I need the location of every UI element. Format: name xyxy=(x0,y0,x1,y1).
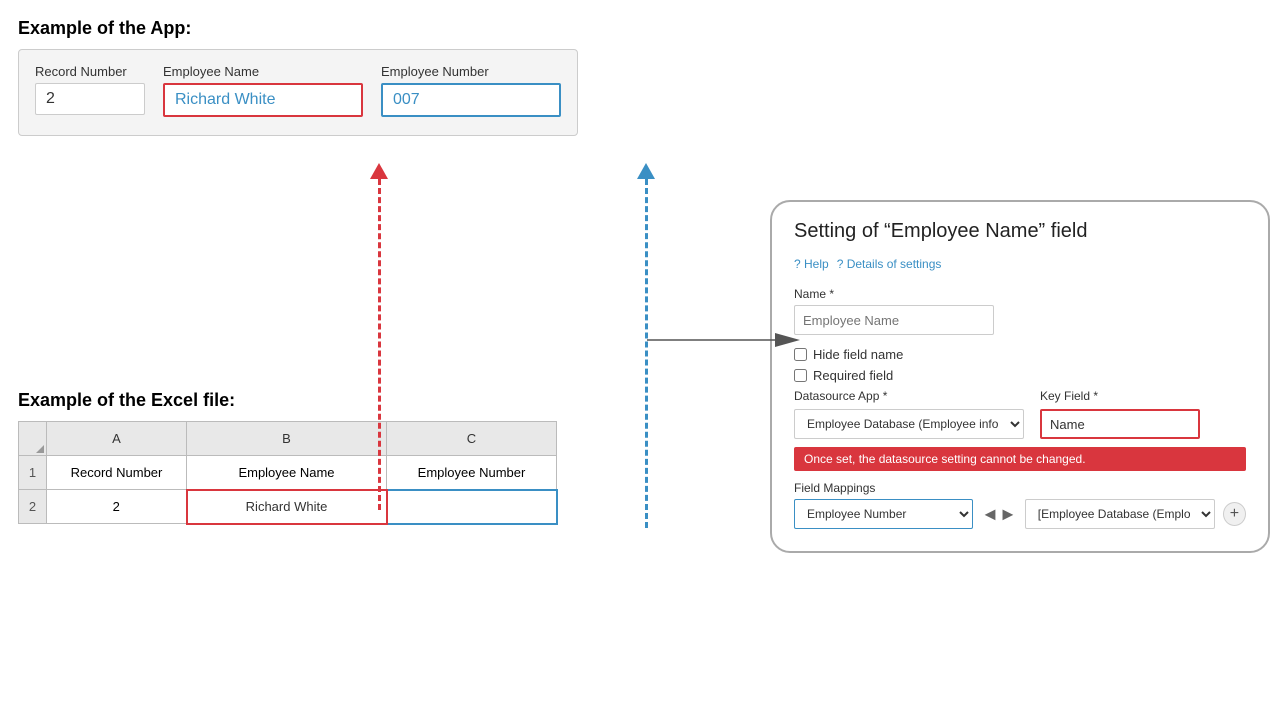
employee-name-input[interactable] xyxy=(163,83,363,117)
name-field-label: Name * xyxy=(794,287,1246,301)
row-2-col-b: Richard White xyxy=(187,490,387,524)
mapping-add-button[interactable]: + xyxy=(1223,502,1246,526)
required-field-label: Required field xyxy=(813,368,893,383)
datasource-key-row: Datasource App * Employee Database (Empl… xyxy=(794,389,1246,439)
details-link[interactable]: ? Details of settings xyxy=(837,257,942,271)
key-field-label: Key Field * xyxy=(1040,389,1200,403)
mapping-arrow-icon: ◄► xyxy=(981,504,1017,525)
row-2-col-a: 2 xyxy=(47,490,187,524)
excel-row-1: 1 Record Number Employee Name Employee N… xyxy=(19,456,557,490)
field-mappings-label: Field Mappings xyxy=(794,481,1246,495)
field-mappings-row: Employee Number ◄► [Employee Database (E… xyxy=(794,499,1246,529)
col-b-header: B xyxy=(187,422,387,456)
key-field-col: Key Field * xyxy=(1040,389,1200,439)
name-input[interactable] xyxy=(794,305,994,335)
employee-name-field: Employee Name xyxy=(163,64,363,117)
datasource-select[interactable]: Employee Database (Employee information) xyxy=(794,409,1024,439)
blue-dashed-arrow xyxy=(645,170,648,528)
key-field-input[interactable] xyxy=(1040,409,1200,439)
record-number-label: Record Number xyxy=(35,64,145,79)
employee-number-label: Employee Number xyxy=(381,64,561,79)
record-number-field: Record Number xyxy=(35,64,145,115)
datasource-col: Datasource App * Employee Database (Empl… xyxy=(794,389,1024,439)
row-2-header: 2 xyxy=(19,490,47,524)
row-1-col-c: Employee Number xyxy=(387,456,557,490)
excel-example-title: Example of the Excel file: xyxy=(18,390,558,411)
row-1-col-b: Employee Name xyxy=(187,456,387,490)
error-banner: Once set, the datasource setting cannot … xyxy=(794,447,1246,471)
col-c-header: C xyxy=(387,422,557,456)
blue-arrow-head xyxy=(637,163,655,179)
datasource-label: Datasource App * xyxy=(794,389,1024,403)
employee-number-field: Employee Number xyxy=(381,64,561,117)
app-example-section: Example of the App: Record Number Employ… xyxy=(18,18,578,136)
app-form: Record Number Employee Name Employee Num… xyxy=(18,49,578,136)
required-field-checkbox[interactable] xyxy=(794,369,807,382)
excel-example-section: Example of the Excel file: A B C 1 Recor… xyxy=(18,390,558,525)
row-2-col-c xyxy=(387,490,557,524)
employee-number-input[interactable] xyxy=(381,83,561,117)
hide-field-checkbox[interactable] xyxy=(794,348,807,361)
excel-row-2: 2 2 Richard White xyxy=(19,490,557,524)
col-a-header: A xyxy=(47,422,187,456)
hide-field-label: Hide field name xyxy=(813,347,903,362)
field-mappings-section: Field Mappings Employee Number ◄► [Emplo… xyxy=(794,481,1246,529)
settings-panel-title: Setting of “Employee Name” field xyxy=(794,220,1246,243)
red-dashed-arrow xyxy=(378,170,381,510)
mapping-source-select[interactable]: Employee Number xyxy=(794,499,973,529)
record-number-input[interactable] xyxy=(35,83,145,115)
red-arrow-head xyxy=(370,163,388,179)
required-field-checkbox-row: Required field xyxy=(794,368,1246,383)
row-1-header: 1 xyxy=(19,456,47,490)
app-form-row: Record Number Employee Name Employee Num… xyxy=(35,64,561,117)
employee-name-label: Employee Name xyxy=(163,64,363,79)
page-container: Example of the App: Record Number Employ… xyxy=(0,0,1280,720)
excel-table: A B C 1 Record Number Employee Name Empl… xyxy=(18,421,558,525)
help-link[interactable]: ? Help xyxy=(794,257,829,271)
settings-panel: Setting of “Employee Name” field ? Help … xyxy=(770,200,1270,553)
app-example-title: Example of the App: xyxy=(18,18,578,39)
mapping-target-select[interactable]: [Employee Database (Employee i… xyxy=(1025,499,1215,529)
corner-cell xyxy=(19,422,47,456)
row-1-col-a: Record Number xyxy=(47,456,187,490)
hide-field-checkbox-row: Hide field name xyxy=(794,347,1246,362)
settings-links: ? Help ? Details of settings xyxy=(794,257,1246,271)
name-section: Name * xyxy=(794,287,1246,335)
